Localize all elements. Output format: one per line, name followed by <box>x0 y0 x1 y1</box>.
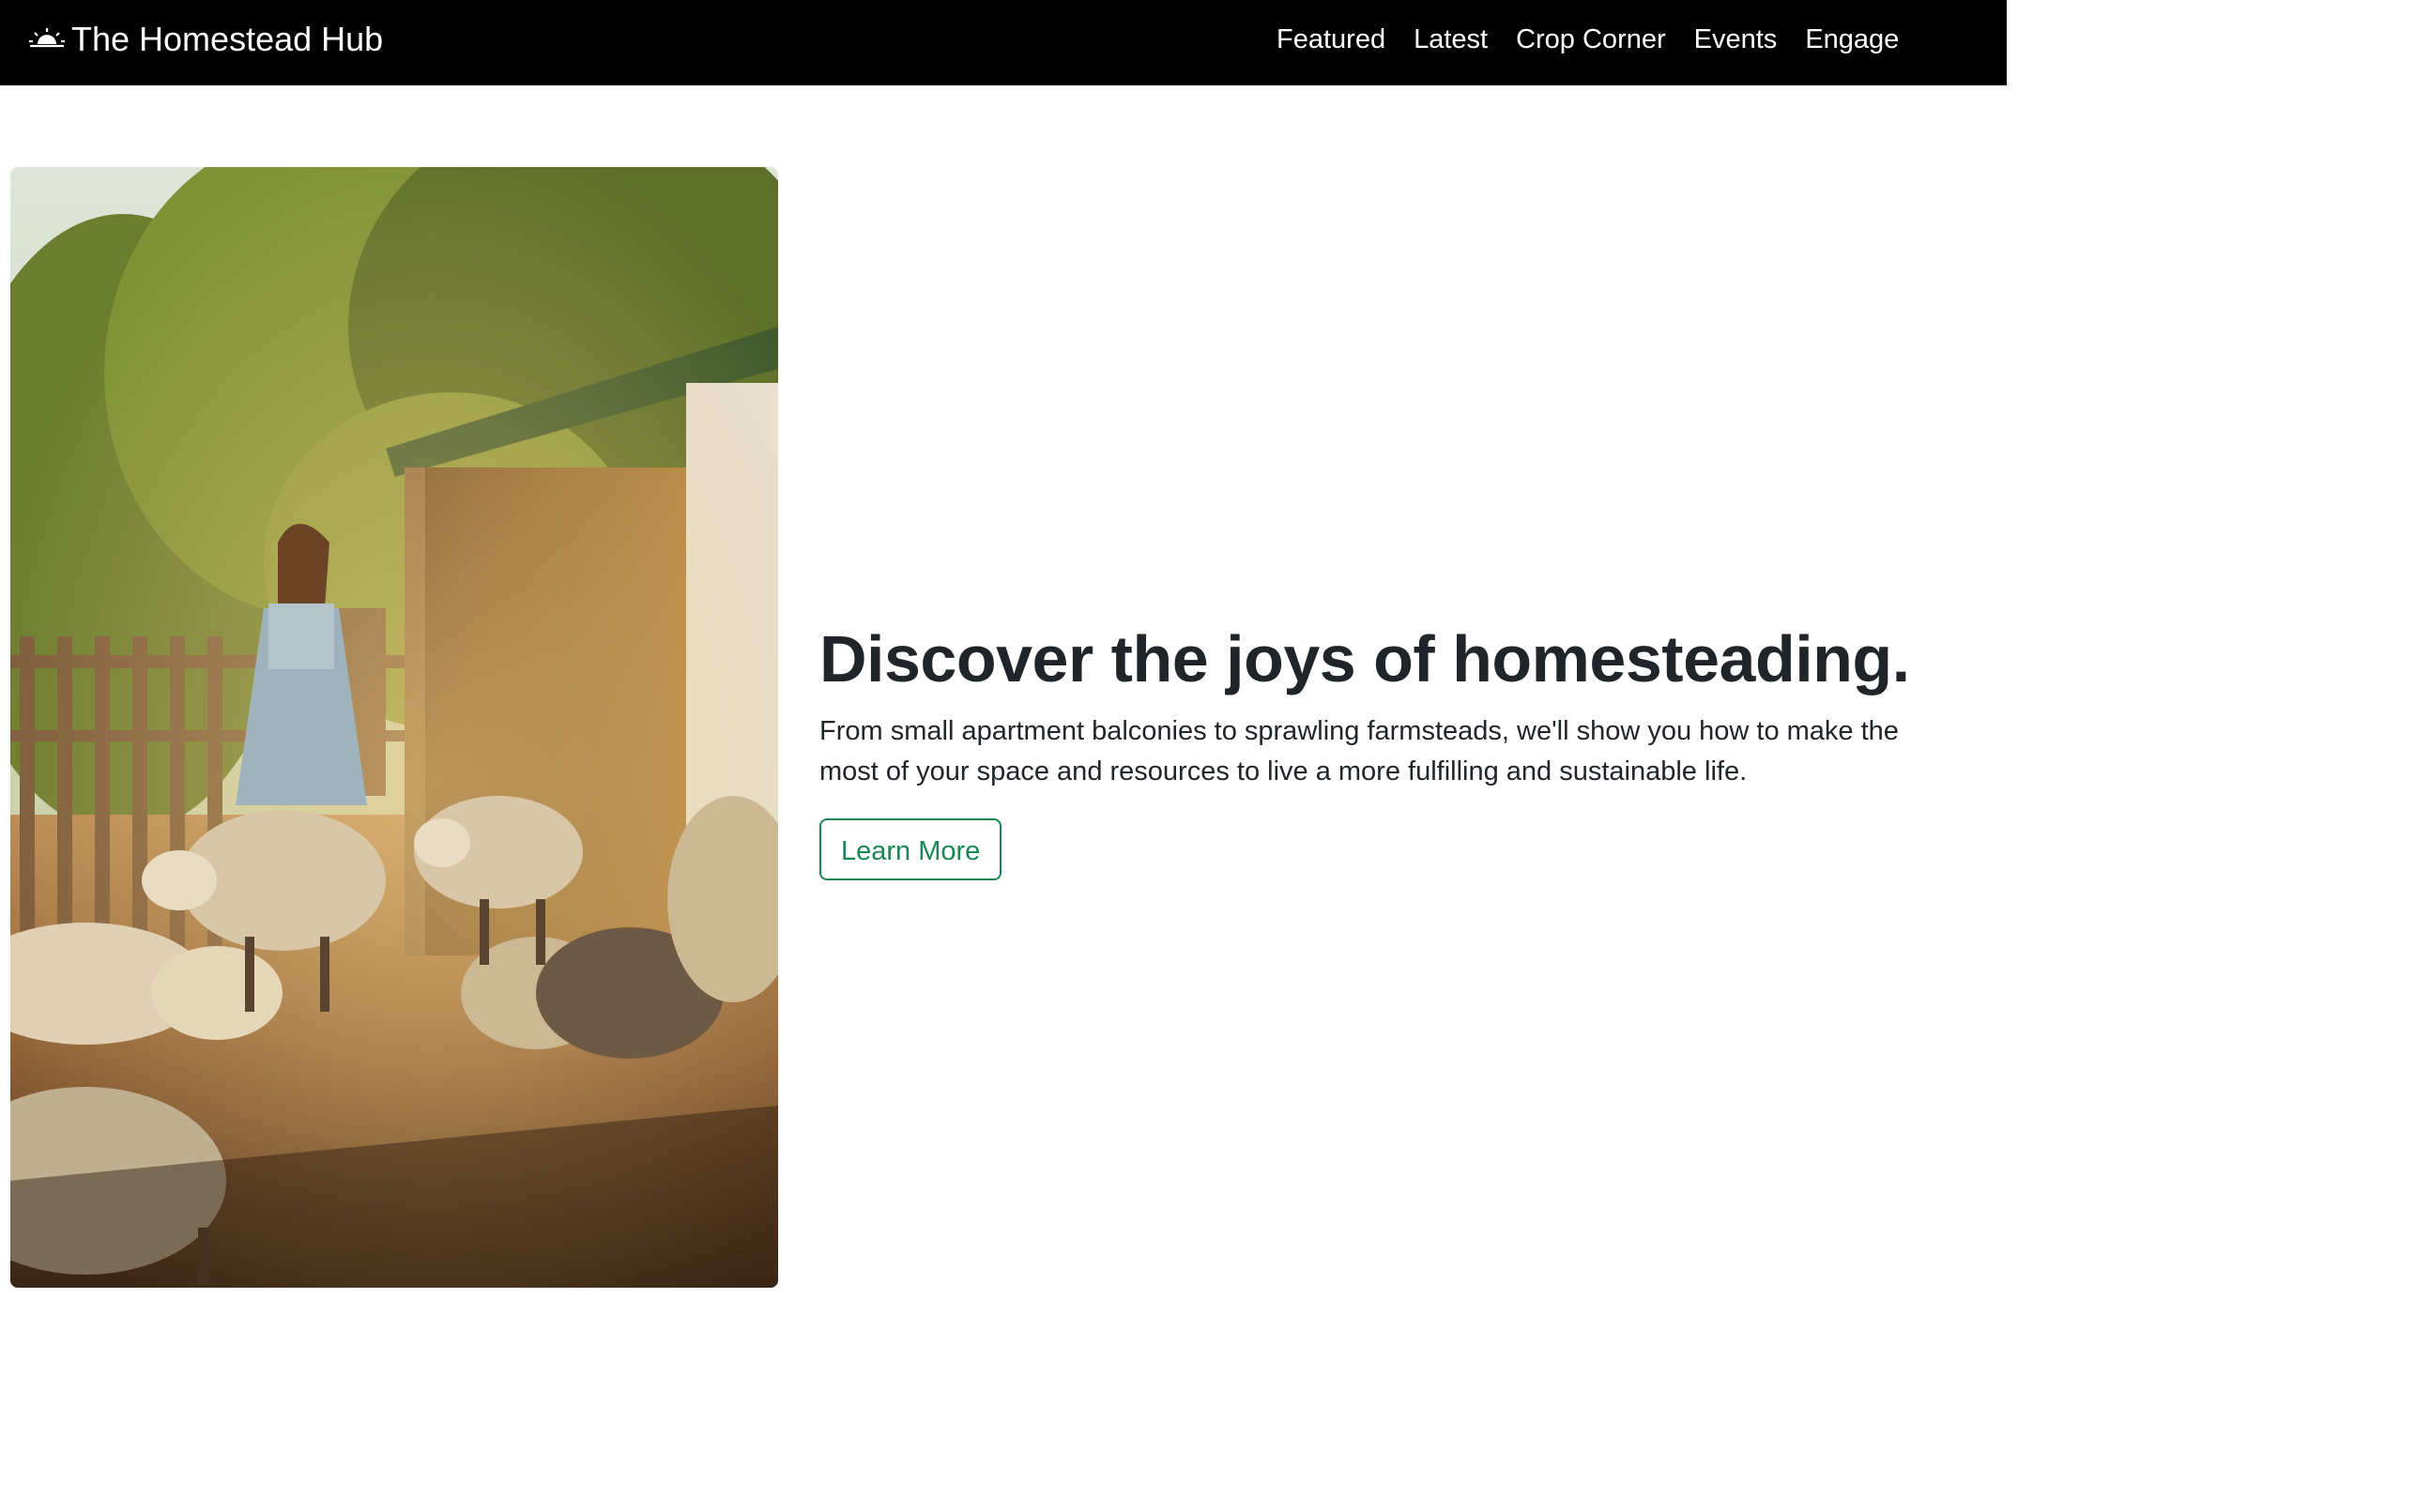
nav-link-events[interactable]: Events <box>1694 24 1778 55</box>
nav-link-engage[interactable]: Engage <box>1805 24 1899 55</box>
nav-link-crop-corner[interactable]: Crop Corner <box>1516 24 1666 55</box>
nav-link-latest[interactable]: Latest <box>1414 24 1488 55</box>
learn-more-button[interactable]: Learn More <box>819 818 1002 880</box>
nav-links: Featured Latest Crop Corner Events Engag… <box>1277 0 1899 79</box>
hero-title: Discover the joys of homesteading. <box>819 622 1910 695</box>
nav-link-featured[interactable]: Featured <box>1277 24 1385 55</box>
farm-scene-illustration <box>10 167 778 1288</box>
brand-link[interactable]: The Homestead Hub <box>28 0 383 79</box>
hero-lead: From small apartment balconies to sprawl… <box>819 716 1899 787</box>
top-navbar: The Homestead Hub Featured Latest Crop C… <box>0 0 2007 85</box>
hero-text: Discover the joys of homesteading. From … <box>819 619 1983 880</box>
sunrise-icon <box>29 28 65 48</box>
hero-image <box>10 167 778 1288</box>
brand-label: The Homestead Hub <box>71 20 384 58</box>
